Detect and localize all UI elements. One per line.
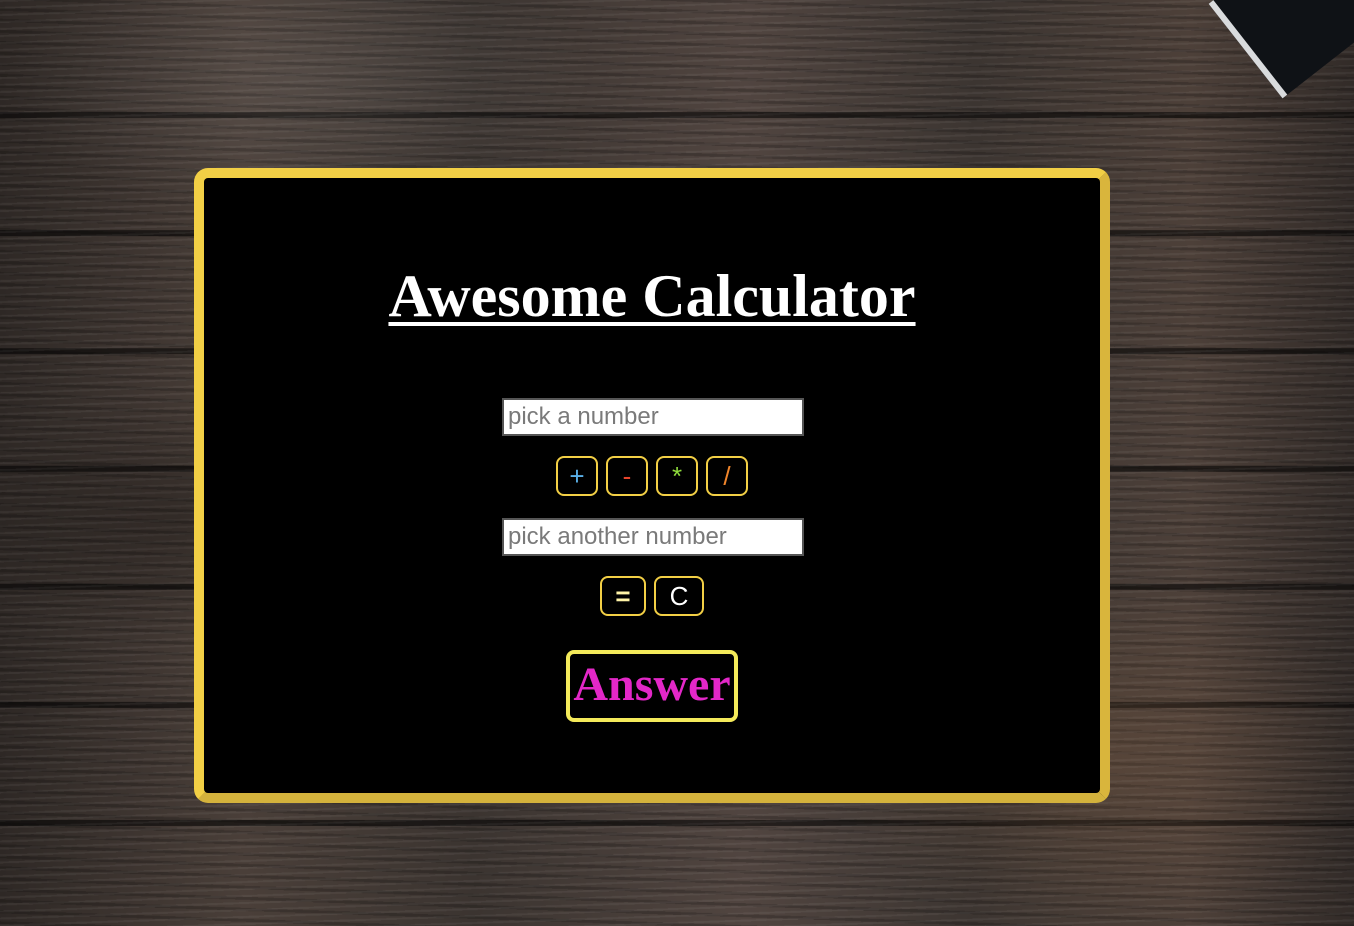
plus-button[interactable]: + — [556, 456, 598, 496]
minus-icon: - — [622, 461, 632, 491]
multiply-button[interactable]: * — [656, 456, 698, 496]
multiply-icon: * — [671, 461, 683, 491]
plus-icon: + — [569, 461, 585, 491]
operator-row: + - * / — [204, 456, 1100, 496]
first-number-input[interactable] — [502, 398, 804, 436]
minus-button[interactable]: - — [606, 456, 648, 496]
divide-button[interactable]: / — [706, 456, 748, 496]
calculator-card: Awesome Calculator + - * / = C Answer — [194, 168, 1110, 803]
clear-label: C — [669, 581, 689, 611]
answer-display: Answer — [566, 650, 738, 722]
divide-icon: / — [723, 461, 731, 491]
action-row: = C — [204, 576, 1100, 616]
page-title: Awesome Calculator — [388, 263, 916, 329]
equals-icon: = — [615, 581, 631, 611]
clear-button[interactable]: C — [654, 576, 704, 616]
second-number-input[interactable] — [502, 518, 804, 556]
equals-button[interactable]: = — [600, 576, 646, 616]
